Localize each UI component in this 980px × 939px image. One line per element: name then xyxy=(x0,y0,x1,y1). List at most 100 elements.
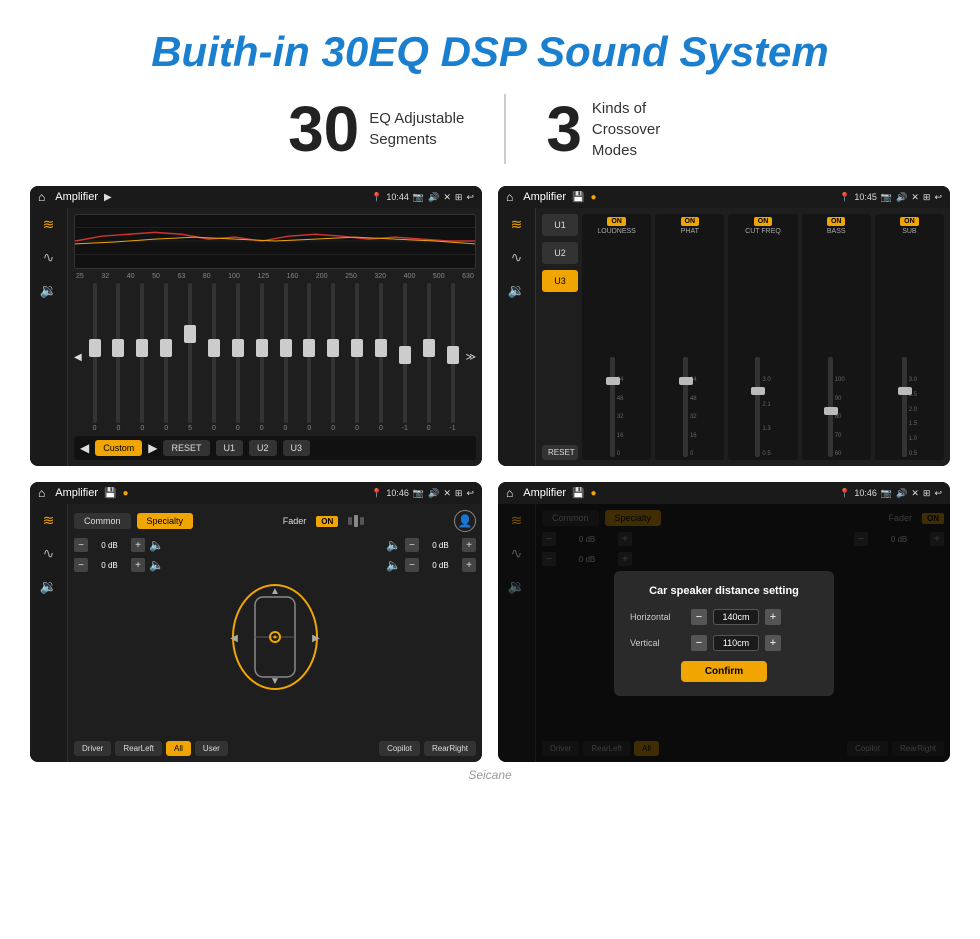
minus-bottomright[interactable]: − xyxy=(405,558,419,572)
arrow-left-btn[interactable]: ◀ xyxy=(80,441,89,455)
freq-80: 80 xyxy=(203,273,211,280)
driver-btn[interactable]: Driver xyxy=(74,741,111,756)
u2-btn[interactable]: U2 xyxy=(249,440,277,456)
close-icon[interactable]: ✕ xyxy=(443,192,451,203)
preset-reset[interactable]: RESET xyxy=(542,445,578,460)
freq-63: 63 xyxy=(177,273,185,280)
user-profile-icon[interactable]: 👤 xyxy=(454,510,476,532)
s2-speaker-icon[interactable]: 🔉 xyxy=(508,282,525,299)
s3-wave-icon[interactable]: ∿ xyxy=(43,545,55,562)
screen2-time: 10:45 xyxy=(854,192,877,202)
eq-slider-10[interactable]: 0 xyxy=(298,283,320,432)
rearleft-btn[interactable]: RearLeft xyxy=(115,741,162,756)
screen3-specialty: ⌂ Amplifier 💾 ● 📍 10:46 📷 🔊 ✕ ⊞ ↩ ≋ xyxy=(30,482,482,762)
s2-wave-icon[interactable]: ∿ xyxy=(511,249,523,266)
s4-home-icon[interactable]: ⌂ xyxy=(506,486,513,500)
s2-back-icon[interactable]: ↩ xyxy=(934,192,942,203)
s3-close-icon[interactable]: ✕ xyxy=(443,488,451,499)
horizontal-minus[interactable]: − xyxy=(691,609,707,625)
eq-slider-2[interactable]: 0 xyxy=(108,283,130,432)
eq-slider-16[interactable]: -1 xyxy=(442,283,464,432)
s3-eq-icon[interactable]: ≋ xyxy=(43,512,55,529)
common-tab[interactable]: Common xyxy=(74,513,131,529)
copilot-btn[interactable]: Copilot xyxy=(379,741,420,756)
eq-slider-6[interactable]: 0 xyxy=(203,283,225,432)
confirm-button[interactable]: Confirm xyxy=(681,661,767,682)
eq-slider-9[interactable]: 0 xyxy=(275,283,297,432)
s4-dot-icon: ● xyxy=(591,488,597,499)
s2-window-icon[interactable]: ⊞ xyxy=(923,192,931,203)
s3-back-icon[interactable]: ↩ xyxy=(466,488,474,499)
plus-bottomright[interactable]: + xyxy=(462,558,476,572)
s2-home-icon[interactable]: ⌂ xyxy=(506,190,513,204)
preset-btns: U1 U2 U3 RESET xyxy=(542,214,578,460)
home-icon[interactable]: ⌂ xyxy=(38,190,45,204)
horizontal-plus[interactable]: + xyxy=(765,609,781,625)
preset-u1[interactable]: U1 xyxy=(542,214,578,236)
freq-400: 400 xyxy=(404,273,416,280)
eq-slider-14[interactable]: -1 xyxy=(394,283,416,432)
nav-left[interactable]: ◀ xyxy=(74,352,82,363)
minus-bottomleft[interactable]: − xyxy=(74,558,88,572)
eq-slider-5[interactable]: 5 xyxy=(179,283,201,432)
user-btn[interactable]: User xyxy=(195,741,228,756)
eq-slider-7[interactable]: 0 xyxy=(227,283,249,432)
fader-bars xyxy=(348,515,364,527)
back-icon[interactable]: ↩ xyxy=(466,192,474,203)
minus-topleft[interactable]: − xyxy=(74,538,88,552)
eq-slider-8[interactable]: 0 xyxy=(251,283,273,432)
vertical-minus[interactable]: − xyxy=(691,635,707,651)
vertical-plus[interactable]: + xyxy=(765,635,781,651)
u1-btn[interactable]: U1 xyxy=(216,440,244,456)
screens-grid: ⌂ Amplifier ▶ 📍 10:44 📷 🔊 ✕ ⊞ ↩ ≋ xyxy=(0,186,980,762)
s2-eq-icon[interactable]: ≋ xyxy=(511,216,523,233)
horizontal-row: Horizontal − 140cm + xyxy=(630,609,818,625)
s2-disk-icon: 💾 xyxy=(572,192,584,203)
stat2-desc: Kinds of Crossover Modes xyxy=(592,98,692,161)
sp-db-row-topleft: − 0 dB + 🔈 xyxy=(74,538,164,552)
fader-label: Fader xyxy=(283,516,307,526)
speaker-icon[interactable]: 🔉 xyxy=(40,282,57,299)
plus-topleft[interactable]: + xyxy=(131,538,145,552)
rearright-btn[interactable]: RearRight xyxy=(424,741,476,756)
eq-slider-11[interactable]: 0 xyxy=(322,283,344,432)
eq-slider-4[interactable]: 0 xyxy=(155,283,177,432)
freq-125: 125 xyxy=(257,273,269,280)
screen3-title: Amplifier xyxy=(55,487,98,499)
s2-close-icon[interactable]: ✕ xyxy=(911,192,919,203)
eq-slider-12[interactable]: 0 xyxy=(346,283,368,432)
plus-bottomleft[interactable]: + xyxy=(131,558,145,572)
play-icon[interactable]: ▶ xyxy=(104,192,112,203)
s4-back-icon[interactable]: ↩ xyxy=(934,488,942,499)
screen2-crossover: ⌂ Amplifier 💾 ● 📍 10:45 📷 🔊 ✕ ⊞ ↩ ≋ xyxy=(498,186,950,466)
svg-text:▲: ▲ xyxy=(270,586,280,597)
window-icon[interactable]: ⊞ xyxy=(455,192,463,203)
eq-slider-13[interactable]: 0 xyxy=(370,283,392,432)
s3-home-icon[interactable]: ⌂ xyxy=(38,486,45,500)
preset-u3[interactable]: U3 xyxy=(542,270,578,292)
eq-slider-15[interactable]: 0 xyxy=(418,283,440,432)
nav-expand[interactable]: ≫ xyxy=(465,352,475,363)
eq-slider-3[interactable]: 0 xyxy=(131,283,153,432)
eq-icon[interactable]: ≋ xyxy=(43,216,55,233)
u3-btn[interactable]: U3 xyxy=(283,440,311,456)
s3-speaker-icon[interactable]: 🔉 xyxy=(40,578,57,595)
stat1-desc-line1: EQ Adjustable xyxy=(369,110,464,127)
minus-topright[interactable]: − xyxy=(405,538,419,552)
preset-u2[interactable]: U2 xyxy=(542,242,578,264)
s3-window-icon[interactable]: ⊞ xyxy=(455,488,463,499)
screen4-statusbar: ⌂ Amplifier 💾 ● 📍 10:46 📷 🔊 ✕ ⊞ ↩ xyxy=(498,482,950,504)
eq-slider-1[interactable]: 0 xyxy=(84,283,106,432)
all-btn[interactable]: All xyxy=(166,741,191,756)
plus-topright[interactable]: + xyxy=(462,538,476,552)
s4-window-icon[interactable]: ⊞ xyxy=(923,488,931,499)
reset-btn[interactable]: RESET xyxy=(163,440,209,456)
distance-dialog: Car speaker distance setting Horizontal … xyxy=(614,571,834,696)
sp-right-controls: 🔈 − 0 dB + 🔈 − 0 dB + xyxy=(386,538,476,735)
arrow-right-btn[interactable]: ▶ xyxy=(148,441,157,455)
ch-cutfreq-on: ON xyxy=(754,217,773,226)
s4-close-icon[interactable]: ✕ xyxy=(911,488,919,499)
wave-icon[interactable]: ∿ xyxy=(43,249,55,266)
freq-630: 630 xyxy=(462,273,474,280)
specialty-tab[interactable]: Specialty xyxy=(137,513,194,529)
